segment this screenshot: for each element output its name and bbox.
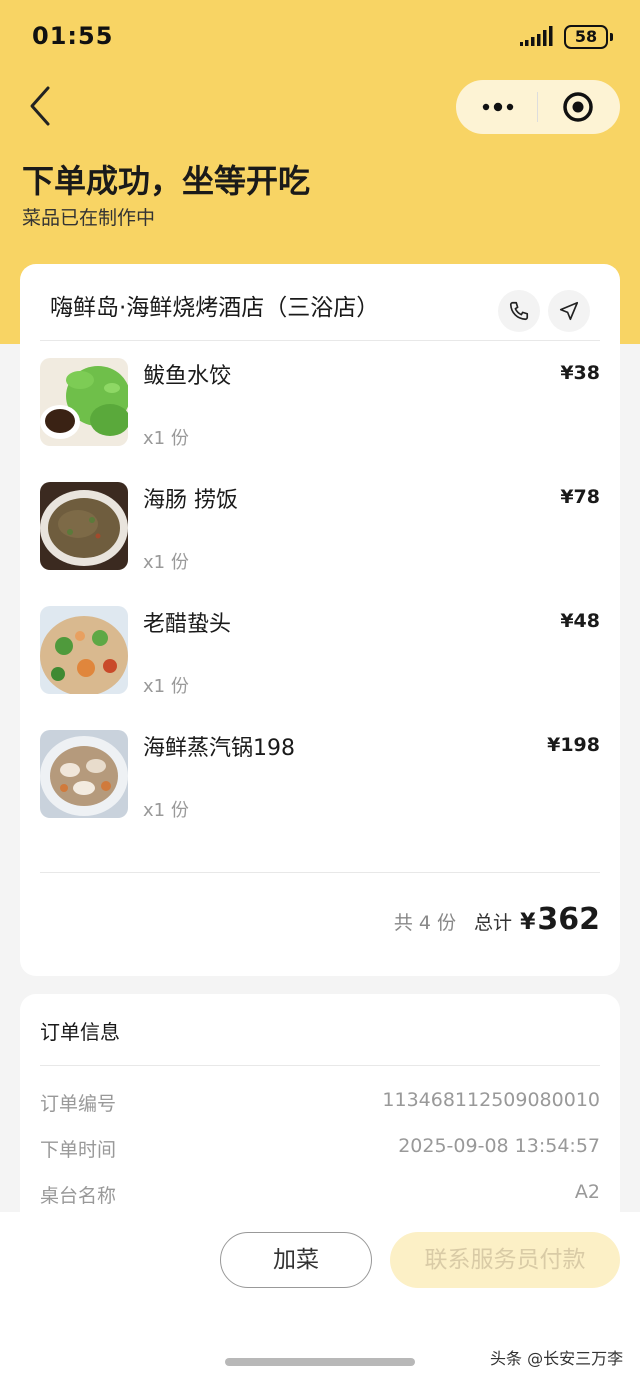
home-indicator[interactable] xyxy=(225,1358,415,1366)
table-name-row: 桌台名称 A2 xyxy=(40,1181,600,1209)
dish-image xyxy=(40,730,128,818)
bottom-action-bar: 加菜 联系服务员付款 头条 @长安三万李 xyxy=(0,1212,640,1377)
status-bar: 01:55 58 xyxy=(0,0,640,76)
order-summary: 共 4 份 总计 ¥ 362 xyxy=(394,902,600,946)
dish-quantity: x1 份 xyxy=(143,428,189,449)
target-icon xyxy=(563,92,593,122)
dish-image xyxy=(40,482,128,570)
navigation-arrow-icon xyxy=(559,301,579,321)
info-value: 113468112509080010 xyxy=(382,1089,600,1111)
dish-price: ¥78 xyxy=(560,486,600,508)
page-subtitle: 菜品已在制作中 xyxy=(22,207,156,229)
phone-icon xyxy=(509,301,529,321)
dish-quantity: x1 份 xyxy=(143,552,189,573)
dish-name: 海鲜蒸汽锅198 xyxy=(143,736,295,761)
total-amount: 362 xyxy=(537,902,600,937)
divider xyxy=(40,1065,600,1066)
dish-name: 鲅鱼水饺 xyxy=(143,364,232,389)
item-count: 共 4 份 xyxy=(393,912,457,934)
info-label: 桌台名称 xyxy=(40,1185,117,1207)
call-store-button[interactable] xyxy=(498,290,540,332)
close-mini-program-button[interactable] xyxy=(562,91,594,123)
order-item: 鲅鱼水饺 x1 份 ¥38 xyxy=(40,358,600,458)
dish-price: ¥198 xyxy=(547,734,600,756)
info-value: A2 xyxy=(574,1181,600,1203)
cellular-signal-icon xyxy=(520,26,553,46)
order-item: 海肠 捞饭 x1 份 ¥78 xyxy=(40,482,600,582)
dish-image xyxy=(40,358,128,446)
back-button[interactable] xyxy=(26,84,56,128)
total-label: 总计 xyxy=(474,912,513,934)
order-info-title: 订单信息 xyxy=(40,1020,120,1044)
order-number-row: 订单编号 113468112509080010 xyxy=(40,1089,600,1117)
dish-name: 海肠 捞饭 xyxy=(143,488,238,513)
dish-quantity: x1 份 xyxy=(143,800,189,821)
page-title: 下单成功，坐等开吃 xyxy=(22,162,311,200)
capsule-divider xyxy=(537,92,538,122)
more-dots-icon xyxy=(482,102,514,112)
order-item: 海鲜蒸汽锅198 x1 份 ¥198 xyxy=(40,730,600,830)
watermark: 头条 @长安三万李 xyxy=(490,1349,624,1368)
navigate-button[interactable] xyxy=(548,290,590,332)
mini-program-capsule xyxy=(456,80,620,134)
battery-indicator: 58 xyxy=(564,25,613,49)
divider xyxy=(40,872,600,873)
dish-image xyxy=(40,606,128,694)
store-name: 嗨鲜岛·海鲜烧烤酒店（三浴店） xyxy=(50,295,380,321)
order-item: 老醋蛰头 x1 份 ¥48 xyxy=(40,606,600,706)
dish-quantity: x1 份 xyxy=(143,676,189,697)
order-card: 嗨鲜岛·海鲜烧烤酒店（三浴店） 鲅鱼水饺 x1 份 ¥38 海肠 捞饭 x1 份… xyxy=(20,264,620,976)
divider xyxy=(40,340,600,341)
more-button[interactable] xyxy=(478,93,518,121)
chevron-left-icon xyxy=(30,86,50,126)
dish-price: ¥38 xyxy=(560,362,600,384)
info-value: 2025-09-08 13:54:57 xyxy=(398,1135,600,1157)
currency-symbol: ¥ xyxy=(520,910,536,935)
contact-waiter-pay-button[interactable]: 联系服务员付款 xyxy=(390,1232,620,1288)
status-time: 01:55 xyxy=(32,22,114,50)
info-label: 订单编号 xyxy=(40,1093,117,1115)
dish-name: 老醋蛰头 xyxy=(143,612,232,637)
order-time-row: 下单时间 2025-09-08 13:54:57 xyxy=(40,1135,600,1163)
add-dishes-button[interactable]: 加菜 xyxy=(220,1232,372,1288)
info-label: 下单时间 xyxy=(40,1139,117,1161)
dish-price: ¥48 xyxy=(560,610,600,632)
